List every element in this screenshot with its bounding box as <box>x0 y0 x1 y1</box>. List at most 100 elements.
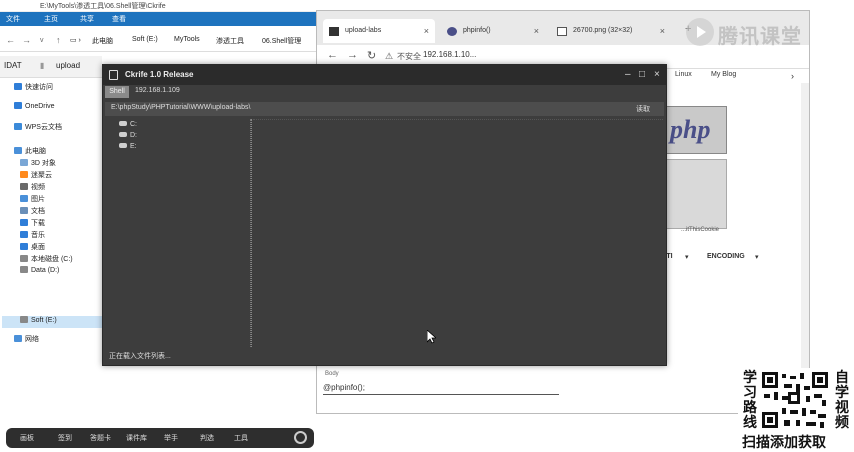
path-input[interactable]: E:\phpStudy\PHPTutorial\WWW\upload-labs\ <box>111 104 250 111</box>
breadcrumb-this-pc[interactable]: 此电脑 <box>92 36 113 46</box>
sidebar-item[interactable]: 下载 <box>20 218 45 230</box>
tencent-classroom-watermark: 腾讯课堂 <box>686 16 854 52</box>
scrollbar[interactable] <box>801 83 809 413</box>
minimize-icon[interactable]: – <box>625 69 631 80</box>
sidebar-item-label: 此电脑 <box>25 148 46 155</box>
tab-image[interactable]: 26700.png (32×32) × <box>551 19 671 43</box>
toolbar-item-idat[interactable]: IDAT <box>4 61 22 70</box>
drive-item-c[interactable]: C: <box>119 121 137 128</box>
breadcrumb-soft[interactable]: Soft (E:) <box>132 36 158 43</box>
breadcrumb-shell-manage[interactable]: 06.Shell管理 <box>262 36 301 46</box>
close-icon[interactable]: × <box>654 69 660 80</box>
tab-host[interactable]: 192.168.1.109 <box>135 87 180 94</box>
sidebar-item-label: 视频 <box>31 184 45 191</box>
sidebar-item[interactable]: 本地磁盘 (C:) <box>20 254 73 266</box>
tab-label: upload-labs <box>345 27 382 34</box>
explorer-titlebar: E:\MyTools\渗透工具\06.Shell管理\Ckrife <box>0 0 320 12</box>
pane-divider[interactable] <box>251 119 252 347</box>
sidebar-item[interactable]: 此电脑 <box>14 146 46 158</box>
folder-icon <box>14 147 22 154</box>
drive-item-e[interactable]: E: <box>119 143 137 150</box>
promo-bottom-text: 扫描添加获取 <box>742 434 826 450</box>
tab-shell[interactable]: Shell <box>105 86 129 98</box>
folder-icon <box>14 335 22 342</box>
ribbon-tab-home[interactable]: 主页 <box>44 14 58 24</box>
read-button[interactable]: 读取 <box>636 104 650 114</box>
tab-label: phpinfo() <box>463 27 491 34</box>
drive-item-d[interactable]: D: <box>119 132 137 139</box>
ckrife-window: Ckrife 1.0 Release – □ × Shell 192.168.1… <box>102 64 667 366</box>
ribbon-tab-share[interactable]: 共享 <box>80 14 94 24</box>
reload-icon[interactable]: ↻ <box>367 49 376 62</box>
breadcrumb-mytools[interactable]: MyTools <box>174 36 200 43</box>
tool-answer-card[interactable]: 答题卡 <box>90 433 111 443</box>
up-arrow-icon[interactable]: ↑ <box>56 35 61 45</box>
ribbon-tab-view[interactable]: 查看 <box>112 14 126 24</box>
tab-phpinfo[interactable]: phpinfo() × <box>441 19 545 43</box>
php-logo-text: php <box>670 115 711 144</box>
close-icon[interactable]: × <box>660 19 665 43</box>
tool-courseware[interactable]: 课件库 <box>126 433 147 443</box>
chevron-down-icon: ▾ <box>755 254 759 261</box>
sidebar-item[interactable]: 音乐 <box>20 230 45 242</box>
sidebar-item[interactable]: 桌面 <box>20 242 45 254</box>
sidebar-item-label: Soft (E:) <box>31 317 57 324</box>
forward-arrow-icon[interactable]: → <box>22 35 31 45</box>
body-input[interactable]: @phpinfo(); <box>323 383 559 395</box>
qr-code <box>760 370 830 430</box>
power-icon[interactable] <box>294 431 307 444</box>
folder-icon <box>20 219 28 226</box>
sidebar-item[interactable]: 3D 对象 <box>20 158 56 170</box>
bookmark-my-blog[interactable]: My Blog <box>711 71 736 78</box>
close-icon[interactable]: × <box>424 19 429 43</box>
sidebar-item-label: 音乐 <box>31 232 45 239</box>
explorer-address-bar: ← → v ↑ ▭ › 此电脑 Soft (E:) MyTools 渗透工具 0… <box>0 30 320 52</box>
php-icon <box>447 27 457 36</box>
sidebar-item[interactable]: 快速访问 <box>14 82 53 94</box>
folder-icon <box>14 123 22 130</box>
play-icon <box>686 18 714 46</box>
sidebar-item-label: 桌面 <box>31 244 45 251</box>
sidebar-item[interactable]: WPS云文档 <box>14 122 62 134</box>
chevron-down-icon[interactable]: v <box>40 37 44 44</box>
back-arrow-icon[interactable]: ← <box>6 35 15 45</box>
sidebar-item-label: 文档 <box>31 208 45 215</box>
sidebar-item-label: 3D 对象 <box>31 160 56 167</box>
maximize-icon[interactable]: □ <box>639 69 645 80</box>
sidebar-item[interactable]: 文档 <box>20 206 45 218</box>
folder-icon <box>20 195 28 202</box>
window-title: Ckrife 1.0 Release <box>125 70 194 79</box>
sidebar-item[interactable]: OneDrive <box>14 102 55 114</box>
watermark-text: 腾讯课堂 <box>718 26 802 48</box>
php-credits-image <box>665 159 727 229</box>
back-arrow-icon[interactable]: ← <box>327 49 338 61</box>
tool-vote[interactable]: 判选 <box>200 433 214 443</box>
sidebar-item[interactable]: 迷聚云 <box>20 170 52 182</box>
forward-arrow-icon[interactable]: → <box>347 49 358 61</box>
sidebar-item[interactable]: Data (D:) <box>20 266 59 278</box>
tool-raise-hand[interactable]: 举手 <box>164 433 178 443</box>
url-input[interactable]: 192.168.1.10... <box>423 50 476 59</box>
sidebar-item[interactable]: 图片 <box>20 194 45 206</box>
security-label[interactable]: 不安全 <box>397 51 421 62</box>
tool-tools[interactable]: 工具 <box>234 433 248 443</box>
ribbon-tab-file[interactable]: 文件 <box>6 14 20 24</box>
explorer-title: E:\MyTools\渗透工具\06.Shell管理\Ckrife <box>40 3 166 10</box>
tool-drawing-board[interactable]: 画板 <box>20 433 34 443</box>
sidebar-item-label: WPS云文档 <box>25 124 62 131</box>
drive-icon <box>119 121 127 126</box>
tab-upload-labs[interactable]: upload-labs × <box>323 19 435 43</box>
bookmark-linux[interactable]: Linux <box>675 71 692 78</box>
explorer-sidebar: 快速访问 OneDrive WPS云文档 此电脑 3D 对象迷聚云视频图片文档下载音乐桌… <box>0 80 102 380</box>
sidebar-item-label: 图片 <box>31 196 45 203</box>
sidebar-item[interactable]: 网络 <box>14 334 39 346</box>
sidebar-item[interactable]: 视频 <box>20 182 45 194</box>
breadcrumb-pentest-tools[interactable]: 渗透工具 <box>216 36 244 46</box>
tool-sign-in[interactable]: 签到 <box>58 433 72 443</box>
sidebar-item[interactable]: Soft (E:) <box>2 316 102 328</box>
close-icon[interactable]: × <box>534 19 539 43</box>
hackbar-encoding[interactable]: ENCODING <box>707 253 745 260</box>
file-list[interactable] <box>253 119 663 347</box>
chevron-right-icon[interactable]: › <box>791 71 794 81</box>
toolbar-item-upload[interactable]: upload <box>56 61 80 70</box>
